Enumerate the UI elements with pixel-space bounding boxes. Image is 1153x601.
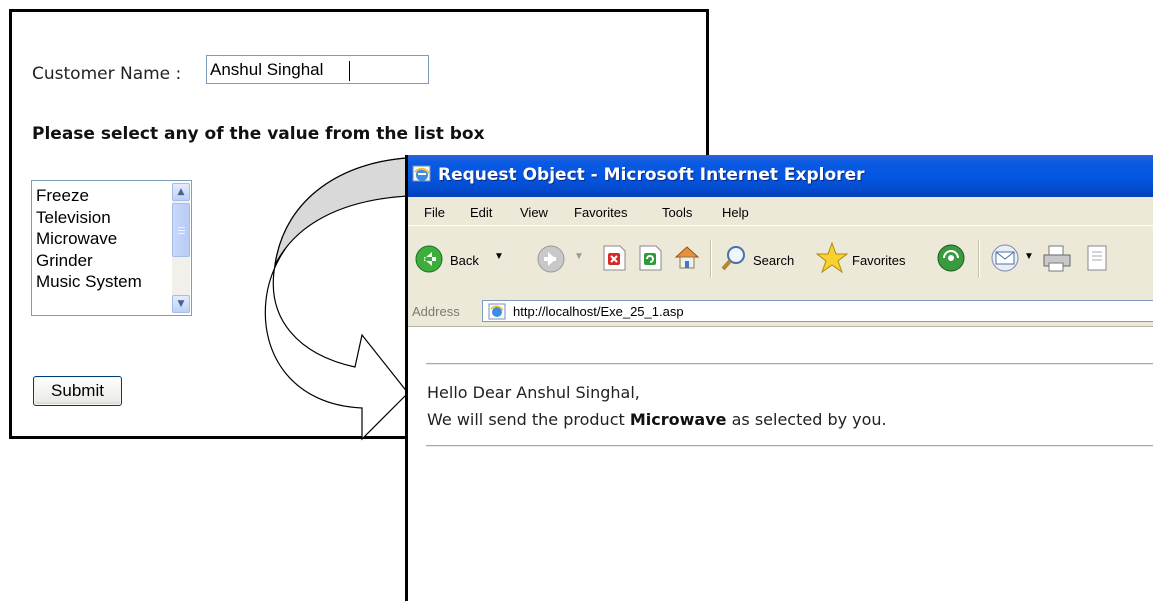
list-item-television[interactable]: Television: [36, 207, 168, 229]
page-icon: [488, 303, 506, 320]
list-item-microwave[interactable]: Microwave: [36, 228, 168, 250]
list-item-freeze[interactable]: Freeze: [36, 185, 168, 207]
stop-icon[interactable]: [601, 244, 627, 272]
list-item-music-system[interactable]: Music System: [36, 271, 168, 293]
menu-file[interactable]: File: [424, 205, 445, 220]
menu-tools[interactable]: Tools: [662, 205, 692, 220]
search-label[interactable]: Search: [753, 253, 794, 268]
print-icon[interactable]: [1041, 243, 1073, 273]
submit-button[interactable]: Submit: [33, 376, 122, 406]
edit-page-icon[interactable]: [1084, 243, 1114, 273]
page-content: Hello Dear Anshul Singhal, We will send …: [408, 327, 1153, 601]
grip-line: [178, 230, 185, 231]
list-item-grinder[interactable]: Grinder: [36, 250, 168, 272]
mail-dropdown-icon[interactable]: ▼: [1024, 251, 1034, 262]
window-title: Request Object - Microsoft Internet Expl…: [438, 165, 865, 185]
customer-name-input[interactable]: [206, 55, 429, 84]
selected-product: Microwave: [629, 410, 727, 429]
horizontal-rule-top: [426, 363, 1153, 365]
message-prefix: We will send the product: [427, 410, 625, 429]
address-bar: Address http://localhost/Exe_25_1.asp: [408, 296, 1153, 327]
favorites-star-icon[interactable]: [815, 241, 849, 275]
message-suffix: as selected by you.: [731, 410, 887, 429]
greeting-text: Hello Dear Anshul Singhal,: [427, 383, 640, 402]
media-icon[interactable]: [935, 242, 967, 274]
forward-arrow-icon[interactable]: [536, 244, 566, 274]
menu-favorites[interactable]: Favorites: [574, 205, 627, 220]
horizontal-rule-bottom: [426, 445, 1153, 447]
grip-line: [178, 227, 185, 228]
back-label[interactable]: Back: [450, 253, 479, 268]
mail-icon[interactable]: [988, 242, 1022, 274]
back-dropdown-icon[interactable]: ▼: [494, 251, 504, 262]
menu-bar: File Edit View Favorites Tools Help: [408, 197, 1153, 225]
home-icon[interactable]: [672, 242, 702, 272]
scroll-down-icon[interactable]: ▼: [172, 295, 190, 313]
text-caret: [349, 61, 350, 81]
address-url: http://localhost/Exe_25_1.asp: [513, 304, 684, 319]
ie-logo-icon: [412, 165, 431, 182]
browser-window: Request Object - Microsoft Internet Expl…: [405, 155, 1153, 601]
scrollbar-thumb[interactable]: [172, 203, 190, 257]
address-input[interactable]: http://localhost/Exe_25_1.asp: [482, 300, 1153, 322]
toolbar: Back ▼ ▼ Search Favorites ▼: [408, 225, 1153, 297]
list-instruction-heading: Please select any of the value from the …: [32, 124, 485, 144]
scroll-up-icon[interactable]: ▲: [172, 183, 190, 201]
toolbar-separator: [710, 240, 712, 278]
listbox-scrollbar[interactable]: ▲ ▼: [172, 183, 190, 313]
product-listbox[interactable]: Freeze Television Microwave Grinder Musi…: [31, 180, 192, 316]
menu-help[interactable]: Help: [722, 205, 749, 220]
title-bar[interactable]: Request Object - Microsoft Internet Expl…: [408, 155, 1153, 197]
grip-line: [178, 233, 185, 234]
menu-view[interactable]: View: [520, 205, 548, 220]
back-arrow-icon[interactable]: [414, 244, 444, 274]
favorites-label[interactable]: Favorites: [852, 253, 905, 268]
menu-edit[interactable]: Edit: [470, 205, 492, 220]
refresh-icon[interactable]: [637, 244, 663, 272]
search-icon[interactable]: [719, 243, 749, 273]
address-label: Address: [412, 304, 460, 319]
toolbar-separator: [978, 240, 980, 278]
forward-dropdown-icon[interactable]: ▼: [574, 251, 584, 262]
customer-name-label: Customer Name :: [32, 64, 182, 84]
product-list: Freeze Television Microwave Grinder Musi…: [36, 185, 168, 293]
confirmation-message: We will send the product Microwave as se…: [427, 410, 887, 429]
